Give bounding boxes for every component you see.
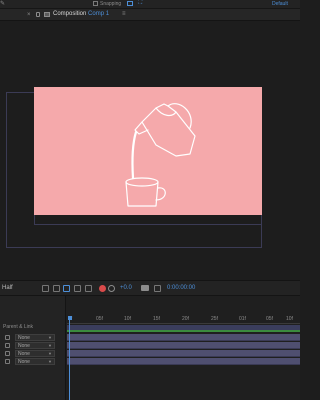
grid-icon[interactable]	[53, 285, 60, 292]
ruler-tick: 25f	[211, 316, 218, 322]
ruler-tick: 20f	[182, 316, 189, 322]
tab-comp-name: Comp 1	[88, 11, 110, 17]
snapping-checkbox[interactable]	[93, 1, 98, 6]
fast-previews-icon[interactable]	[42, 285, 49, 292]
parent-value: None	[18, 343, 30, 349]
tab-prefix: Composition	[53, 11, 87, 17]
parent-value: None	[18, 351, 30, 357]
parent-dropdown[interactable]: None ▼	[15, 358, 55, 365]
exposure-value[interactable]: +0.0	[120, 285, 132, 291]
layer-row[interactable]: None ▼	[0, 358, 66, 365]
viewer-toolbar: Half +0.0 0:00:00:00	[0, 280, 300, 296]
ruler-tick: 05f	[96, 316, 103, 322]
snapping-label: Snapping	[100, 1, 122, 7]
visibility-icon[interactable]	[5, 359, 10, 364]
mug-rim	[125, 177, 159, 187]
show-snapshot-icon[interactable]	[154, 285, 161, 292]
layer-duration-bar[interactable]	[67, 350, 300, 357]
snap-edges-icon[interactable]	[127, 1, 133, 6]
workspace-bar: ✎ Snapping ⛶ Default	[0, 0, 300, 9]
timecode[interactable]: 0:00:00:00	[167, 285, 195, 291]
layer-duration-bar[interactable]	[67, 358, 300, 365]
ruler-tick: 10f	[286, 316, 293, 322]
playhead-handle[interactable]	[68, 316, 72, 320]
channel-icon[interactable]	[99, 285, 106, 292]
close-icon[interactable]: ×	[27, 12, 31, 18]
visibility-icon[interactable]	[5, 343, 10, 348]
composition-panel-tabs: × Composition Comp 1 ≡	[0, 9, 300, 21]
layer-row[interactable]: None ▼	[0, 342, 66, 349]
chevron-down-icon: ▼	[48, 335, 52, 340]
layer-row[interactable]: None ▼	[0, 350, 66, 357]
layer-list: Parent & Link None ▼ None ▼ None ▼ None …	[0, 296, 66, 400]
chevron-down-icon: ▼	[48, 359, 52, 364]
time-ruler[interactable]: 0f 05f 10f 15f 20f 25f 01f 05f 10f	[67, 316, 300, 324]
layer-duration-bar[interactable]	[67, 342, 300, 349]
timeline-panel: Parent & Link None ▼ None ▼ None ▼ None …	[0, 296, 300, 400]
workspace-default[interactable]: Default	[272, 1, 288, 7]
chevron-down-icon: ▼	[48, 343, 52, 348]
ruler-tick: 01f	[239, 316, 246, 322]
layer-bounds	[34, 215, 262, 225]
resolution-dropdown[interactable]: Half	[2, 285, 13, 291]
composition-viewer[interactable]	[0, 22, 300, 280]
ruler-tick: 15f	[153, 316, 160, 322]
region-of-interest-icon[interactable]	[74, 285, 81, 292]
parent-link-header: Parent & Link	[3, 324, 34, 330]
ruler-tick: 05f	[266, 316, 273, 322]
parent-dropdown[interactable]: None ▼	[15, 350, 55, 357]
lock-icon[interactable]	[36, 12, 40, 17]
parent-value: None	[18, 359, 30, 365]
layer-duration-bar[interactable]	[67, 334, 300, 341]
ruler-tick: 10f	[124, 316, 131, 322]
parent-dropdown[interactable]: None ▼	[15, 334, 55, 341]
composition-icon	[44, 12, 50, 17]
visibility-icon[interactable]	[5, 335, 10, 340]
panel-menu-icon[interactable]: ≡	[122, 11, 126, 17]
snap-features-icon[interactable]: ⛶	[138, 0, 144, 6]
timeline-tracks[interactable]: 0f 05f 10f 15f 20f 25f 01f 05f 10f	[67, 296, 300, 400]
parent-value: None	[18, 335, 30, 341]
pitcher-outline	[141, 103, 196, 157]
transparency-grid-icon[interactable]	[85, 285, 92, 292]
parent-dropdown[interactable]: None ▼	[15, 342, 55, 349]
mask-visibility-icon[interactable]	[63, 285, 70, 292]
chevron-down-icon: ▼	[48, 351, 52, 356]
snapshot-icon[interactable]	[141, 285, 149, 291]
pen-tool-icon[interactable]: ✎	[0, 1, 9, 7]
render-bar	[67, 330, 300, 332]
reset-exposure-icon[interactable]	[108, 285, 115, 292]
current-time-indicator[interactable]	[68, 316, 72, 400]
milk-stream	[131, 130, 138, 180]
visibility-icon[interactable]	[5, 351, 10, 356]
pitcher-mug-artwork[interactable]	[120, 100, 200, 208]
tab-composition[interactable]: Composition Comp 1	[53, 11, 109, 17]
layer-row[interactable]: None ▼	[0, 334, 66, 341]
